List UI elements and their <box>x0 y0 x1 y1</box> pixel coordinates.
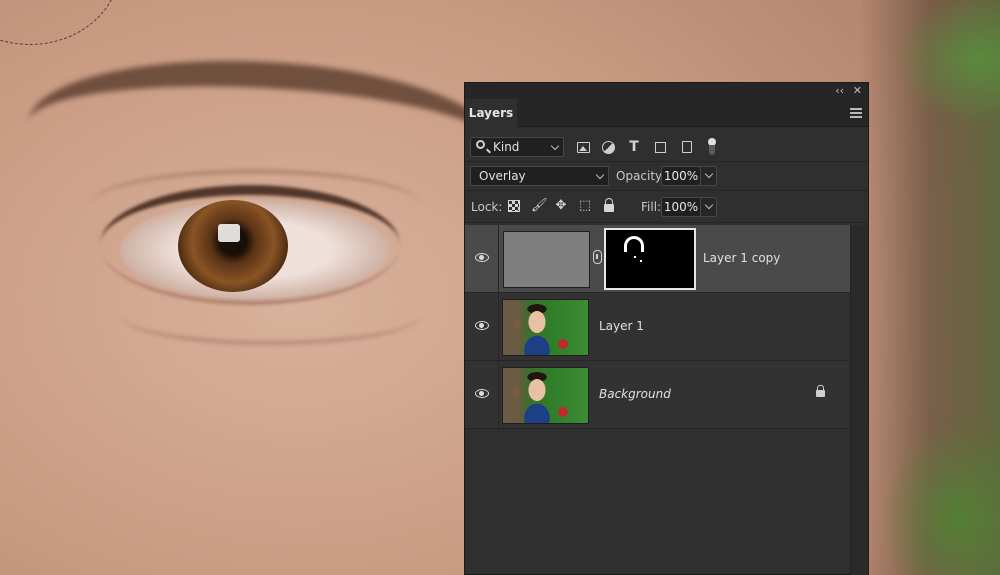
layer-list: Layer 1 copy Layer 1 Background <box>465 225 851 429</box>
visibility-toggle[interactable] <box>465 361 499 429</box>
chevron-down-icon <box>704 200 714 210</box>
layer-thumbnail[interactable] <box>502 367 589 424</box>
layer-name[interactable]: Background <box>599 387 671 401</box>
opacity-label: Opacity: <box>616 169 666 183</box>
layer-mask-thumbnail[interactable] <box>604 228 696 290</box>
visibility-toggle[interactable] <box>465 225 499 293</box>
lock-transparent-pixels-icon[interactable] <box>508 200 520 212</box>
adjustment-icon[interactable] <box>602 141 615 154</box>
lock-label: Lock: <box>471 200 503 214</box>
type-icon[interactable]: T <box>626 139 642 155</box>
visibility-toggle[interactable] <box>465 293 499 361</box>
eyebrow <box>28 49 502 155</box>
layer-thumbnail[interactable] <box>503 231 590 288</box>
mask-dot <box>640 260 642 262</box>
brush-cursor-outline <box>0 0 120 45</box>
chevron-down-icon <box>595 170 605 180</box>
eye-icon <box>475 253 489 262</box>
layer-row-layer-1[interactable]: Layer 1 <box>465 293 851 361</box>
smart-object-icon[interactable] <box>682 141 692 153</box>
opacity-input[interactable]: 100% <box>661 166 701 186</box>
blend-mode-value: Overlay <box>479 169 526 183</box>
blend-row: Overlay Opacity: 100% <box>465 162 868 191</box>
artboard-icon[interactable]: ⬚ <box>578 199 592 213</box>
padlock-icon[interactable] <box>604 198 614 212</box>
layer-row-background[interactable]: Background <box>465 361 851 429</box>
layer-thumbnail[interactable] <box>502 299 589 356</box>
fill-dropdown[interactable] <box>701 197 717 217</box>
close-panel-icon[interactable]: ✕ <box>853 84 862 97</box>
layer-row-layer-1-copy[interactable]: Layer 1 copy <box>465 225 851 293</box>
chevron-down-icon <box>704 169 714 179</box>
move-icon[interactable]: ✥ <box>554 199 568 213</box>
search-icon <box>476 140 485 149</box>
fill-input[interactable]: 100% <box>661 197 701 217</box>
filter-row: Kind T <box>465 127 868 162</box>
panel-topbar: ‹‹ ✕ <box>465 83 868 99</box>
lock-icon[interactable] <box>816 385 825 397</box>
tab-layers[interactable]: Layers <box>465 99 517 127</box>
layers-scrollbar[interactable] <box>850 225 868 575</box>
opacity-dropdown[interactable] <box>701 166 717 186</box>
panel-tab-row: Layers <box>465 99 868 127</box>
under-eye <box>120 285 420 345</box>
blend-mode-select[interactable]: Overlay <box>470 166 609 186</box>
brush-icon[interactable]: 🖌 <box>531 199 548 213</box>
chevron-down-icon <box>550 141 560 151</box>
shape-icon[interactable] <box>655 142 666 153</box>
collapse-panel-icon[interactable]: ‹‹ <box>835 84 844 97</box>
eye-icon <box>475 389 489 398</box>
mask-dot <box>634 256 636 258</box>
lock-row: Lock: 🖌 ✥ ⬚ Fill: 100% <box>465 191 868 223</box>
eye-icon <box>475 321 489 330</box>
panel-menu-icon[interactable] <box>850 108 862 118</box>
filter-kind-label: Kind <box>493 140 520 154</box>
filter-kind-select[interactable]: Kind <box>470 137 564 157</box>
mask-stroke <box>624 236 644 252</box>
image-icon[interactable] <box>577 142 590 153</box>
filter-toggle-icon[interactable] <box>708 138 716 156</box>
layer-name[interactable]: Layer 1 <box>599 319 644 333</box>
chain-link-icon[interactable] <box>593 250 602 264</box>
layers-panel: ‹‹ ✕ Layers Kind T Overlay Opacity: 100%… <box>464 82 869 575</box>
fill-label: Fill: <box>641 200 662 214</box>
layer-name[interactable]: Layer 1 copy <box>703 251 780 265</box>
